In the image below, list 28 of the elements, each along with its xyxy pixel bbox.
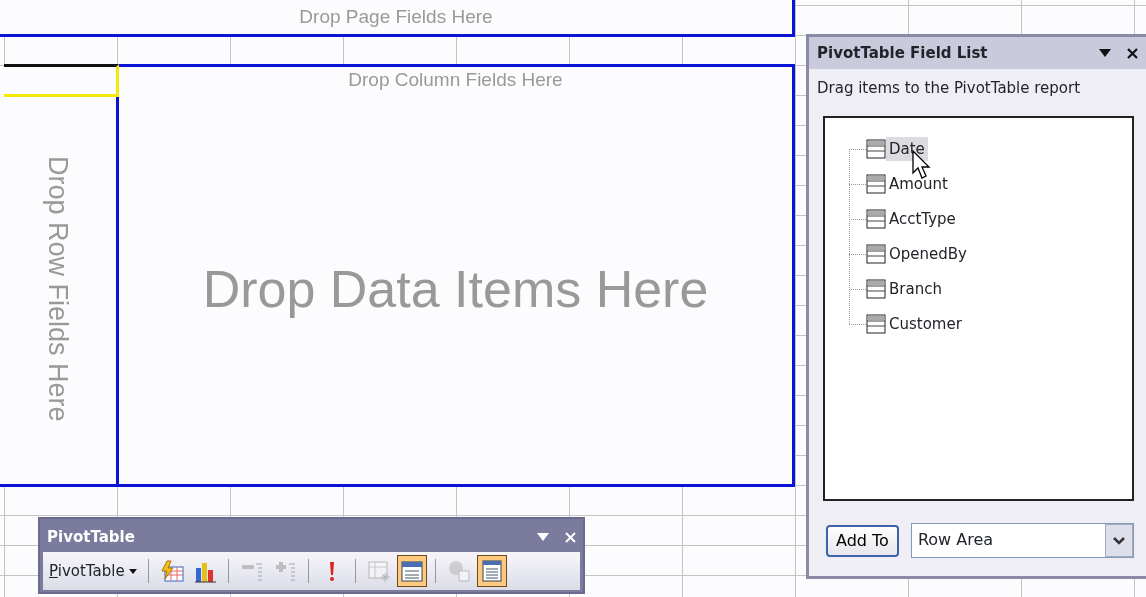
area-dropdown[interactable]: Row Area [910, 523, 1134, 558]
field-item[interactable]: Customer [886, 311, 965, 337]
pivottable-menu[interactable]: PivotTable [46, 559, 140, 583]
add-to-button[interactable]: Add To [826, 524, 899, 557]
caret-icon[interactable] [128, 568, 137, 574]
instruction-text: Drag items to the PivotTable report [816, 78, 1082, 99]
panel-title: PivotTable Field List [817, 42, 989, 64]
field-icon [866, 279, 886, 299]
field-icon [866, 314, 886, 334]
field-item[interactable]: Branch [886, 276, 945, 302]
field-icon [866, 244, 886, 264]
chevron-down-icon[interactable] [1113, 536, 1125, 545]
field-item[interactable]: Amount [886, 171, 951, 197]
dropdown-icon[interactable] [1099, 49, 1111, 57]
toolbar-title: PivotTable [47, 526, 136, 548]
format-report-icon[interactable] [159, 559, 184, 583]
field-item[interactable]: AcctType [886, 206, 959, 232]
field-icon [866, 139, 886, 159]
close-icon[interactable] [1127, 47, 1138, 59]
field-item[interactable]: OpenedBy [886, 241, 970, 267]
field-icon [866, 209, 886, 229]
row-drop-area: Drop Row Fields Here [0, 94, 119, 487]
field-list-icon[interactable] [399, 559, 424, 583]
page-drop-area: Drop Page Fields Here [0, 0, 795, 37]
selected-cell[interactable] [4, 64, 119, 97]
data-drop-area: Drop Data Items Here [116, 94, 795, 487]
window-icon[interactable] [479, 559, 504, 583]
field-icon [866, 174, 886, 194]
